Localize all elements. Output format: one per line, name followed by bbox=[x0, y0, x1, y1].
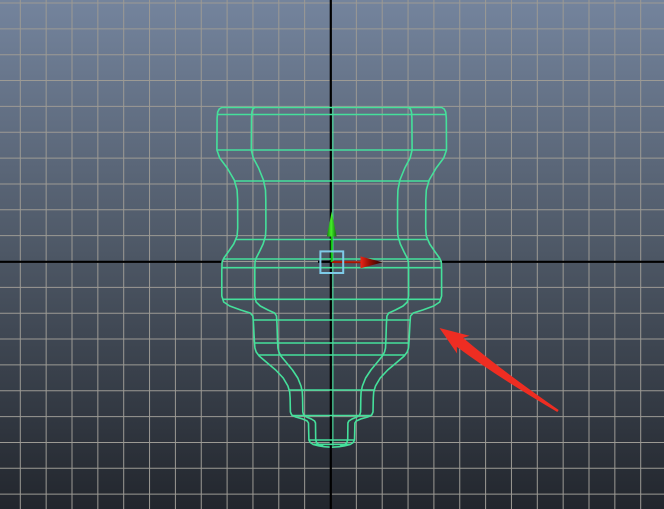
viewport-canvas[interactable] bbox=[0, 0, 664, 509]
translate-y-arrowhead-icon[interactable] bbox=[326, 211, 337, 237]
3d-viewport[interactable] bbox=[0, 0, 664, 509]
annotation-arrow-icon bbox=[439, 327, 559, 412]
translate-x-arrowhead-icon[interactable] bbox=[360, 256, 383, 269]
